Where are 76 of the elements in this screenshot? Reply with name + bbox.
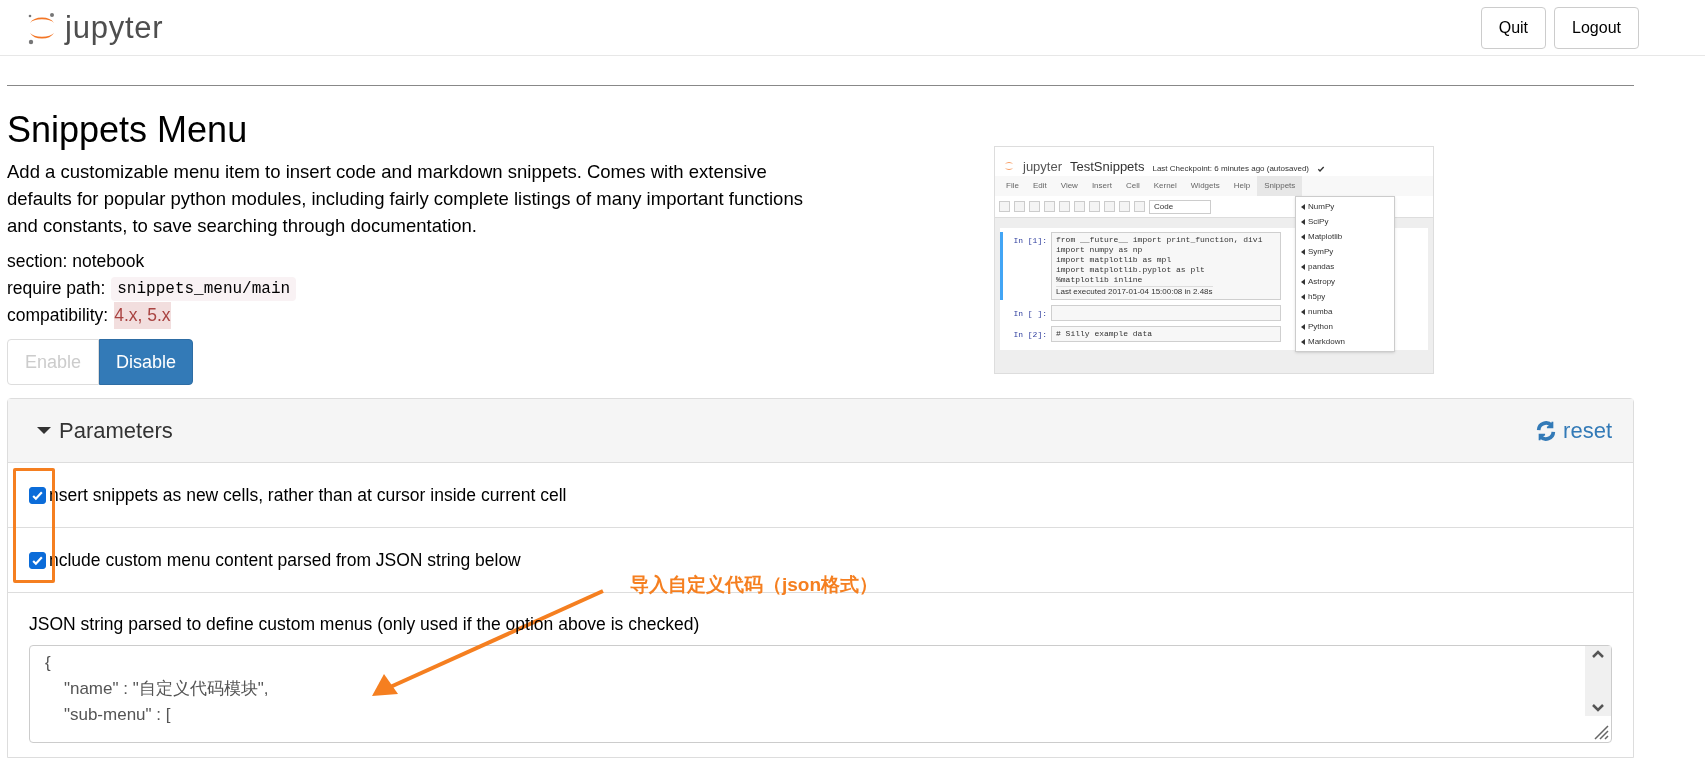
dropdown-item[interactable]: SciPy	[1308, 215, 1329, 228]
json-textarea[interactable]: { "name" : "自定义代码模块", "sub-menu" : [	[29, 645, 1612, 744]
dropdown-item[interactable]: Python	[1308, 320, 1333, 333]
scrollbar[interactable]	[1585, 646, 1611, 717]
compatibility-value: 4.x, 5.x	[114, 302, 171, 329]
toolbar-icon[interactable]	[1104, 201, 1115, 212]
menu-item[interactable]: File	[999, 176, 1026, 196]
menu-item[interactable]: Help	[1226, 176, 1258, 196]
code-line: import matplotlib as mpl	[1056, 255, 1172, 265]
code-line: # Silly example data	[1056, 329, 1152, 339]
caret-left-icon	[1301, 203, 1305, 210]
toolbar-icon[interactable]	[1134, 201, 1145, 212]
toolbar-icon[interactable]	[1044, 201, 1055, 212]
dropdown-item[interactable]: Astropy	[1308, 275, 1336, 288]
toolbar-icon[interactable]	[1074, 201, 1085, 212]
caret-left-icon	[1301, 278, 1305, 285]
caret-left-icon	[1301, 218, 1305, 225]
execution-time: Last executed 2017-01-04 15:00:08 in 2.48s	[1056, 286, 1213, 297]
code-line: import matplotlib.pyplot as plt	[1056, 265, 1205, 275]
page-title: Snippets Menu	[7, 108, 249, 152]
dropdown-item[interactable]: numba	[1308, 305, 1333, 318]
checkbox[interactable]	[29, 486, 46, 504]
caret-left-icon	[1301, 338, 1305, 345]
caret-left-icon	[1301, 308, 1305, 315]
code-line: from __future__ import print_function, divi	[1056, 235, 1263, 245]
caret-left-icon	[1301, 248, 1305, 255]
section-text: section: notebook	[7, 250, 146, 273]
menu-item[interactable]: Edit	[1025, 176, 1054, 196]
parameters-toggle[interactable]: Parameters	[37, 414, 173, 447]
compatibility-label: compatibility:	[7, 304, 109, 327]
dropdown-item[interactable]: h5py	[1308, 290, 1326, 303]
menu-item[interactable]: Widgets	[1183, 176, 1227, 196]
checkpoint-text: Last Checkpoint: 6 minutes ago (autosaved)	[1152, 165, 1309, 173]
chevron-up-icon[interactable]	[1591, 649, 1605, 660]
toolbar-icon[interactable]	[1119, 201, 1130, 212]
dropdown-item[interactable]: Matplotlib	[1308, 230, 1343, 243]
caret-left-icon	[1301, 233, 1305, 240]
menu-item[interactable]: Insert	[1084, 176, 1119, 196]
logo-text: jupyter	[65, 12, 164, 43]
code-line: import numpy as np	[1056, 245, 1143, 255]
menu-item[interactable]: Snippets	[1257, 176, 1303, 196]
header-button[interactable]: Logout	[1554, 6, 1639, 49]
dropdown-item[interactable]: SymPy	[1308, 245, 1334, 258]
cell-prompt: In [1]:	[1012, 235, 1047, 247]
toolbar-icon[interactable]	[999, 201, 1010, 212]
code-line: %matplotlib inline	[1056, 275, 1143, 285]
description-text: Add a customizable menu item to insert code and markdown snippets. Comes with extensive defaults for popular python modules, including fairly complete listings of many important functions and constants, to save searching through documentation.	[7, 160, 804, 238]
dropdown-item[interactable]: Markdown	[1308, 335, 1345, 348]
toggle-button[interactable]: Disable	[99, 339, 194, 385]
toolbar-icon[interactable]	[1029, 201, 1040, 212]
header-button[interactable]: Quit	[1480, 6, 1547, 49]
caret-icon	[37, 427, 51, 434]
toolbar-icon[interactable]	[1059, 201, 1070, 212]
menu-item[interactable]: View	[1053, 176, 1085, 196]
caret-left-icon	[1301, 293, 1305, 300]
logo-text: jupyter	[1023, 160, 1063, 173]
require-path: snippets_menu/main	[111, 276, 297, 301]
toolbar-icon[interactable]	[1089, 201, 1100, 212]
cell-prompt: In [ ]:	[1012, 308, 1047, 320]
toolbar-icon[interactable]	[1014, 201, 1025, 212]
annotation-text: 导入自定义代码（json格式）	[630, 573, 879, 597]
menu-item[interactable]: Cell	[1118, 176, 1147, 196]
checkbox[interactable]	[29, 551, 46, 569]
menu-item[interactable]: Kernel	[1146, 176, 1184, 196]
check-icon	[1317, 165, 1325, 173]
dropdown-item[interactable]: NumPy	[1308, 200, 1335, 213]
refresh-icon	[1535, 419, 1558, 442]
caret-left-icon	[1301, 323, 1305, 330]
reset-link[interactable]: reset	[1535, 414, 1612, 447]
chevron-down-icon[interactable]	[1591, 703, 1605, 714]
dropdown-item[interactable]: pandas	[1308, 260, 1335, 273]
require-label: require path:	[7, 277, 106, 300]
cell-prompt: In [2]:	[1012, 329, 1047, 341]
cell-type-select[interactable]: Code	[1149, 199, 1211, 214]
notebook-title: TestSnippets	[1070, 160, 1145, 173]
caret-left-icon	[1301, 263, 1305, 270]
